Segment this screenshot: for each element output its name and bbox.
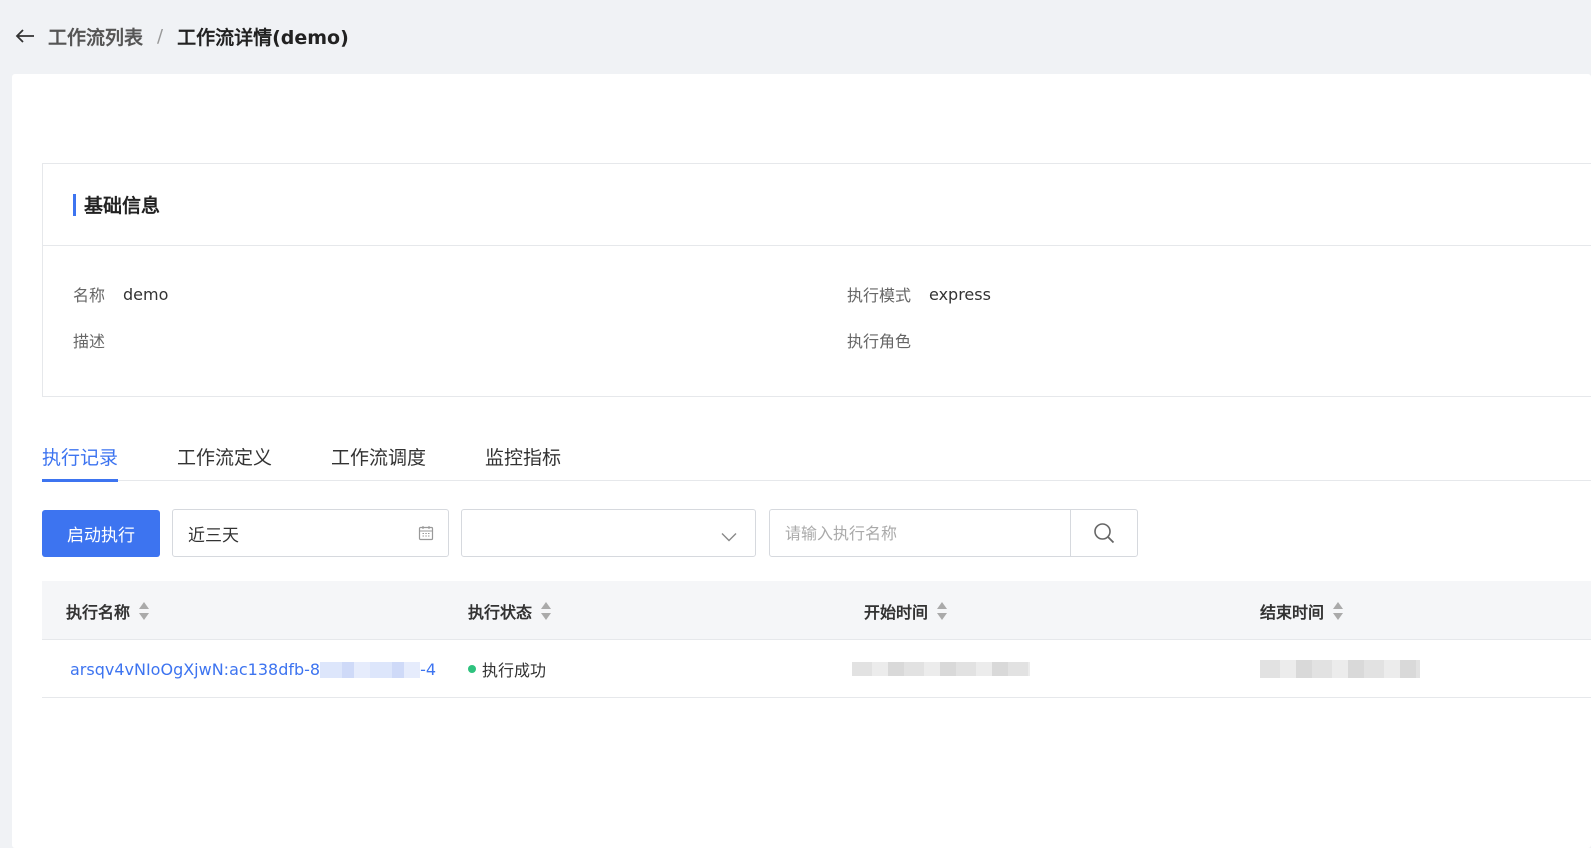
desc-label: 描述 [73,332,106,351]
table-header: 执行名称 执行状态 开始时间 结束时间 [42,581,1591,640]
chevron-down-icon [721,527,737,546]
column-header-name[interactable]: 执行名称 [66,581,150,640]
sort-icon [936,601,948,621]
column-header-start-time[interactable]: 开始时间 [864,581,948,640]
column-header-status[interactable]: 执行状态 [468,581,552,640]
page-title: 工作流详情(demo) [177,26,349,49]
search-box [769,509,1138,557]
header-bar: 工作流列表 / 工作流详情(demo) [0,0,1591,72]
name-label: 名称 [73,286,106,305]
redacted-start-time [852,662,1030,676]
execution-name-link[interactable]: arsqv4vNIoOgXjwN:ac138dfb-8 -4 [70,660,442,679]
mode-label: 执行模式 [847,286,912,305]
name-value: demo [123,284,169,304]
sort-icon [1332,601,1344,621]
date-range-picker[interactable]: 近三天 [172,509,449,557]
tab-workflow-schedule[interactable]: 工作流调度 [331,431,426,481]
breadcrumb-separator: / [157,25,164,47]
status-text: 执行成功 [482,661,547,680]
basic-info-header: 基础信息 [43,164,1591,246]
search-input[interactable] [770,510,1070,556]
section-marker [73,193,76,216]
info-role-row: 执行角色 [847,328,929,352]
end-time-cell [1260,640,1420,698]
arrow-left-icon[interactable] [14,25,36,47]
tab-execution-records[interactable]: 执行记录 [42,431,119,482]
search-icon[interactable] [1070,510,1137,556]
sort-icon [138,601,150,621]
redacted-end-time [1260,660,1420,678]
info-mode-row: 执行模式 express [847,282,991,306]
execution-status-cell: 执行成功 [468,640,546,698]
tab-monitoring-metrics[interactable]: 监控指标 [485,431,561,481]
redacted-text [320,662,421,678]
start-execution-button[interactable]: 启动执行 [42,510,160,557]
status-dot [468,665,476,673]
info-desc-row: 描述 [73,328,123,352]
execution-table: 执行名称 执行状态 开始时间 结束时间 arsqv4vNIoOgXjwN:ac1… [42,581,1591,698]
basic-info-card: 基础信息 名称 demo 执行模式 express 描述 执行角色 [42,163,1591,397]
tab-workflow-definition[interactable]: 工作流定义 [177,431,272,481]
breadcrumb-parent[interactable]: 工作流列表 [48,23,143,50]
main-panel: 基础信息 名称 demo 执行模式 express 描述 执行角色 执行记录 工… [12,74,1591,848]
info-name-row: 名称 demo [73,282,168,306]
date-range-value: 近三天 [188,525,239,546]
execution-toolbar: 启动执行 近三天 [42,509,1591,557]
calendar-icon [418,525,434,546]
role-label: 执行角色 [847,332,912,351]
detail-tabs: 执行记录 工作流定义 工作流调度 监控指标 [42,431,1591,482]
sort-icon [540,601,552,621]
start-time-cell [852,640,1030,698]
status-select[interactable] [461,509,756,557]
mode-value: express [929,284,991,304]
execution-name-cell: arsqv4vNIoOgXjwN:ac138dfb-8 -4 [70,640,442,698]
basic-info-title: 基础信息 [84,195,161,217]
column-header-end-time[interactable]: 结束时间 [1260,581,1344,640]
table-row: arsqv4vNIoOgXjwN:ac138dfb-8 -4 执行成功 [42,640,1591,698]
